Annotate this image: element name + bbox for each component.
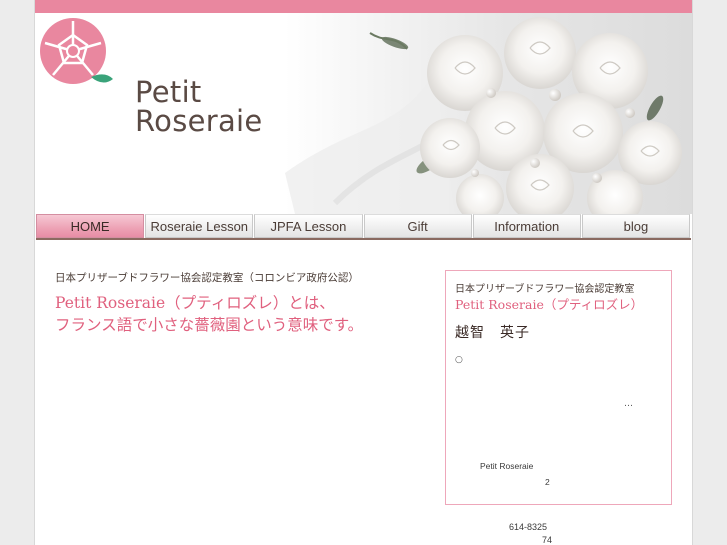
top-bar xyxy=(35,0,692,13)
nav-blog[interactable]: blog xyxy=(581,214,691,238)
intro-line-1: Petit Roseraie（プティロズレ）とは、 xyxy=(55,294,335,312)
brand-name-line2: Roseraie xyxy=(135,104,263,138)
nav-information[interactable]: Information xyxy=(472,214,581,238)
rose-bouquet-image xyxy=(285,17,682,214)
nav-home[interactable]: HOME xyxy=(36,214,145,238)
intro-line-2: フランス語で小さな薔薇園という意味です。 xyxy=(55,316,364,334)
nav-jpfa-lesson[interactable]: JPFA Lesson xyxy=(254,214,363,238)
sidebox-school-name: Petit Roseraie（プティロズレ） xyxy=(455,297,644,312)
info-sidebox: 日本プリザーブドフラワー協会認定教室 Petit Roseraie（プティロズレ… xyxy=(445,270,672,505)
header-banner: Petit Roseraie xyxy=(35,13,692,214)
sidebox-bullet: ○ xyxy=(455,355,463,365)
rose-logo-icon[interactable] xyxy=(35,13,115,93)
main-navigation: HOME Roseraie Lesson JPFA Lesson Gift In… xyxy=(36,214,691,240)
postal-code: 614-8325 xyxy=(509,522,548,532)
nav-roseraie-lesson[interactable]: Roseraie Lesson xyxy=(145,214,254,238)
sidebox-petit-roseraie: Petit Roseraie xyxy=(480,461,534,471)
certification-subtitle: 日本プリザーブドフラワー協会認定教室（コロンビア政府公認） xyxy=(55,272,359,284)
sidebox-ellipsis: … xyxy=(624,399,633,409)
sidebox-cert: 日本プリザーブドフラワー協会認定教室 xyxy=(455,284,635,295)
page-container: Petit Roseraie HOME Roseraie Lesson JPFA… xyxy=(35,0,692,545)
sidebox-number: 2 xyxy=(545,477,550,487)
nav-gift[interactable]: Gift xyxy=(363,214,472,238)
address-number: 74 xyxy=(542,535,553,545)
sidebox-person-name: 越智 英子 xyxy=(455,325,530,341)
